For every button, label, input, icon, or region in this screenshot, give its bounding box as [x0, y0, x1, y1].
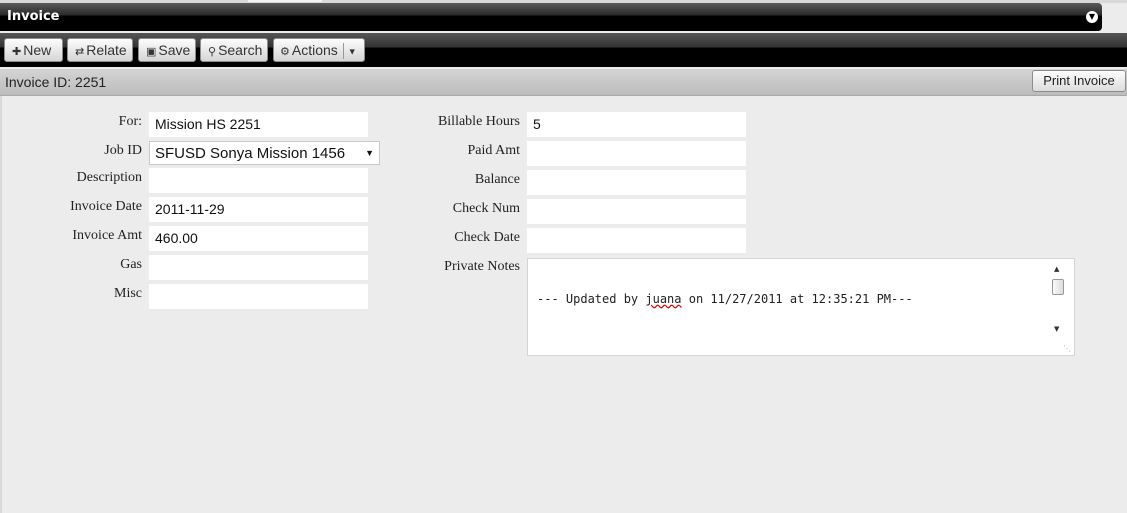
description-label: Description: [76, 170, 142, 185]
for-field[interactable]: Mission HS 2251: [149, 112, 368, 137]
notes-suffix: on 11/27/2011 at 12:35:21 PM---: [681, 292, 913, 306]
gas-field[interactable]: [149, 255, 368, 280]
tab-marker: [248, 0, 322, 2]
save-button[interactable]: ▣ Save: [138, 38, 196, 62]
actions-button[interactable]: ⚙ Actions ▼: [273, 38, 365, 62]
notes-prefix: --- Updated by: [537, 292, 646, 306]
paid-amt-field[interactable]: [527, 141, 746, 166]
chevron-down-icon: ▼: [365, 148, 374, 158]
title-bar: Invoice ▼: [0, 3, 1102, 31]
notes-text: --- Updated by juana on 11/27/2011 at 12…: [537, 292, 913, 306]
window-title: Invoice: [7, 9, 60, 24]
scroll-up-icon[interactable]: ▲: [1054, 265, 1059, 273]
print-invoice-button[interactable]: Print Invoice: [1032, 70, 1126, 92]
scroll-thumb[interactable]: [1052, 279, 1064, 295]
misc-field[interactable]: [149, 284, 368, 309]
gear-icon: ⚙: [280, 46, 290, 58]
floppy-icon: ▣: [146, 46, 157, 58]
private-notes-label: Private Notes: [444, 259, 520, 274]
invoice-date-field[interactable]: 2011-11-29: [149, 197, 368, 222]
paid-amt-label: Paid Amt: [467, 143, 520, 158]
for-label: For:: [118, 114, 142, 129]
relate-label: Relate: [86, 42, 127, 58]
resize-grip-icon[interactable]: ⋱: [1063, 344, 1071, 353]
chevron-down-icon[interactable]: ▼: [1086, 11, 1098, 23]
notes-scrollbar[interactable]: ▲ ▼: [1050, 263, 1067, 337]
job-id-select[interactable]: SFUSD Sonya Mission 1456 ▼: [149, 141, 380, 165]
search-button[interactable]: ⚲ Search: [200, 38, 268, 62]
scroll-down-icon[interactable]: ▼: [1054, 325, 1059, 333]
check-date-label: Check Date: [454, 230, 520, 245]
check-num-label: Check Num: [452, 201, 520, 216]
invoice-amt-label: Invoice Amt: [72, 228, 142, 243]
new-label: New: [23, 42, 52, 58]
toolbar: ✚ New ⇄ Relate ▣ Save ⚲ Search ⚙ Actions ▼: [0, 33, 1127, 67]
left-edge: [0, 96, 2, 513]
invoice-date-label: Invoice Date: [70, 199, 142, 214]
gas-label: Gas: [120, 257, 142, 272]
invoice-amt-field[interactable]: 460.00: [149, 226, 368, 251]
job-id-label: Job ID: [104, 143, 142, 158]
check-date-field[interactable]: [527, 228, 746, 253]
chevron-down-icon[interactable]: ▼: [348, 46, 357, 56]
plus-icon: ✚: [12, 46, 22, 58]
actions-label: Actions: [291, 42, 338, 58]
magnifier-icon: ⚲: [208, 46, 217, 58]
relate-button[interactable]: ⇄ Relate: [67, 38, 133, 62]
search-label: Search: [218, 42, 263, 58]
actions-separator: [342, 43, 344, 60]
description-field[interactable]: [149, 168, 368, 193]
arrows-icon: ⇄: [75, 46, 85, 58]
record-header: Invoice ID: 2251 Print Invoice: [0, 69, 1127, 96]
notes-user: juana: [645, 292, 682, 306]
save-label: Save: [158, 42, 191, 58]
billable-hours-label: Billable Hours: [437, 114, 520, 129]
balance-label: Balance: [474, 172, 520, 187]
check-num-field[interactable]: [527, 199, 746, 224]
invoice-id: Invoice ID: 2251: [5, 74, 107, 90]
private-notes-textarea[interactable]: --- Updated by juana on 11/27/2011 at 12…: [527, 258, 1075, 356]
billable-hours-field[interactable]: 5: [527, 112, 746, 137]
new-button[interactable]: ✚ New: [4, 38, 63, 62]
job-id-value: SFUSD Sonya Mission 1456: [155, 145, 346, 162]
misc-label: Misc: [114, 286, 142, 301]
balance-field[interactable]: [527, 170, 746, 195]
